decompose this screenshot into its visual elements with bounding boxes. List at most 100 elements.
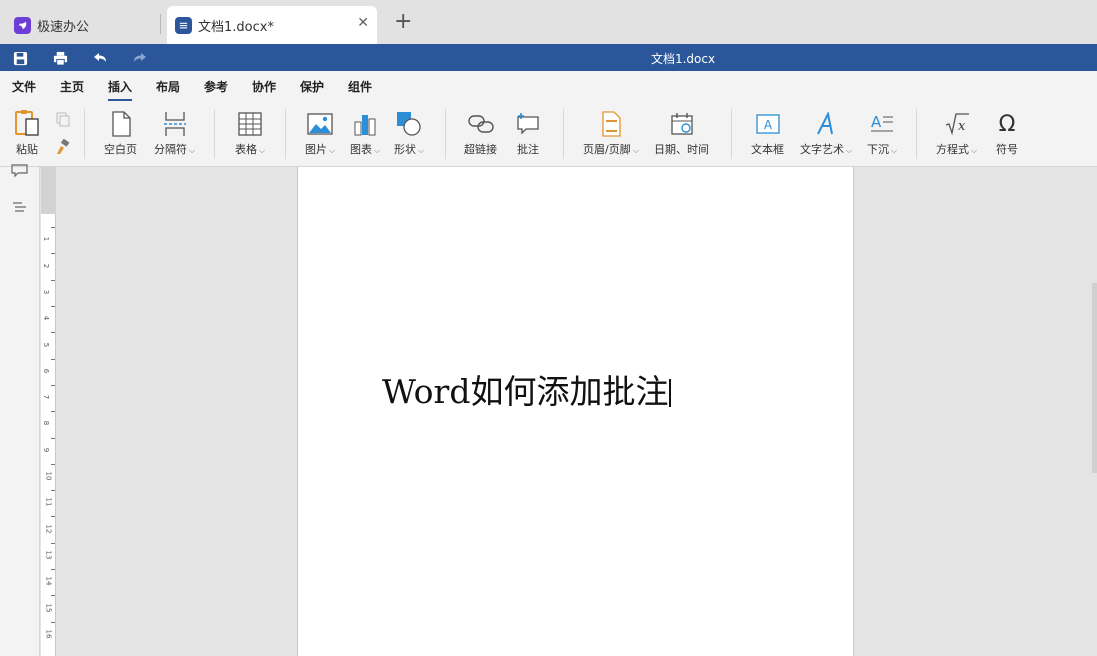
- chevron-down-icon: ⌵: [374, 146, 381, 155]
- datetime-label: 日期、时间: [654, 143, 709, 156]
- chart-button[interactable]: 图表 ⌵: [350, 109, 380, 157]
- table-icon: [238, 109, 262, 139]
- svg-text:A: A: [763, 118, 772, 132]
- chevron-down-icon: ⌵: [259, 146, 266, 155]
- svg-text:A: A: [871, 113, 882, 131]
- tab-home[interactable]: 极速办公: [6, 6, 156, 44]
- menu-layout[interactable]: 布局: [156, 78, 180, 95]
- menu-insert[interactable]: 插入: [108, 78, 133, 101]
- dropcap-icon: A: [870, 109, 894, 139]
- paste-button[interactable]: 粘贴: [12, 109, 42, 157]
- ruler-tick: [51, 384, 55, 386]
- chart-label: 图表: [350, 143, 372, 156]
- paste-icon: [12, 109, 42, 139]
- wordart-label: 文字艺术: [800, 143, 844, 156]
- ruler-number: 11: [44, 497, 53, 507]
- ribbon-separator: [563, 109, 564, 159]
- ruler-margin: [41, 167, 56, 214]
- wordart-icon: [814, 109, 838, 139]
- symbol-button[interactable]: Ω 符号: [996, 109, 1018, 157]
- dropcap-label: 下沉: [867, 143, 889, 156]
- ruler-tick: [51, 463, 55, 465]
- page-break-button[interactable]: 分隔符 ⌵: [154, 109, 195, 157]
- datetime-button[interactable]: 日期、时间: [654, 109, 709, 157]
- ruler-number: 6: [42, 368, 51, 374]
- ruler-tick: [51, 569, 55, 571]
- ruler-tick: [51, 306, 55, 308]
- ruler-number: 14: [44, 576, 53, 586]
- chevron-down-icon: ⌵: [891, 146, 898, 155]
- svg-text:x: x: [958, 119, 966, 134]
- ruler-tick: [51, 516, 55, 518]
- ruler-number: 15: [44, 603, 53, 612]
- ruler-number: 16: [44, 629, 53, 639]
- blank-page-icon: [110, 109, 132, 139]
- omega-icon: Ω: [998, 111, 1016, 137]
- ribbon-toolbar: 粘贴 空白页 分隔符 ⌵ 表格 ⌵ 图片 ⌵ 图表 ⌵ 形状 ⌵ 超链接 批注 …: [0, 101, 1097, 167]
- rocket-icon: [14, 16, 31, 34]
- close-icon[interactable]: ✕: [357, 15, 369, 31]
- tab-divider: [160, 14, 161, 34]
- blank-page-button[interactable]: 空白页: [104, 109, 137, 157]
- ruler-tick: [51, 279, 55, 281]
- menu-file[interactable]: 文件: [12, 78, 36, 95]
- comment-button[interactable]: 批注: [516, 109, 540, 157]
- ruler-tick: [51, 358, 55, 360]
- vertical-ruler: 1 2 3 4 5 6 7 8 9 10 11 12 13 14 15 16: [41, 167, 56, 656]
- menu-bar: 文件 主页 插入 布局 参考 协作 保护 组件: [0, 71, 1097, 101]
- ruler-number: 3: [42, 289, 51, 295]
- ruler-tick: [51, 437, 55, 439]
- ruler-tick: [51, 595, 55, 597]
- ruler-number: 9: [42, 447, 51, 452]
- text-cursor: [669, 379, 672, 407]
- menu-references[interactable]: 参考: [204, 78, 228, 95]
- document-body-text[interactable]: Word如何添加批注: [382, 365, 672, 413]
- textbox-button[interactable]: A 文本框: [751, 109, 784, 157]
- hyperlink-button[interactable]: 超链接: [464, 109, 497, 157]
- ruler-tick: [51, 542, 55, 544]
- document-title: 文档1.docx: [650, 52, 716, 66]
- new-tab-button[interactable]: +: [394, 10, 412, 34]
- equation-button[interactable]: x 方程式 ⌵: [936, 109, 977, 157]
- ruler-number: 12: [44, 524, 53, 534]
- dropcap-button[interactable]: A 下沉 ⌵: [867, 109, 897, 157]
- ribbon-separator: [916, 109, 917, 159]
- table-button[interactable]: 表格 ⌵: [235, 109, 265, 157]
- menu-collaborate[interactable]: 协作: [252, 78, 276, 95]
- link-icon: [467, 109, 494, 139]
- ruler-tick: [51, 227, 55, 229]
- comment-label: 批注: [517, 143, 539, 156]
- ribbon-separator: [84, 109, 85, 159]
- document-text: Word如何添加批注: [382, 372, 669, 411]
- header-footer-button[interactable]: 页眉/页脚 ⌵: [583, 109, 639, 157]
- format-painter-icon[interactable]: [55, 138, 71, 158]
- table-label: 表格: [235, 143, 257, 156]
- tab-document[interactable]: 文档1.docx* ✕: [167, 6, 377, 44]
- document-page[interactable]: Word如何添加批注: [297, 167, 854, 656]
- textbox-label: 文本框: [751, 143, 784, 156]
- ribbon-separator: [285, 109, 286, 159]
- shape-button[interactable]: 形状 ⌵: [394, 109, 424, 157]
- wordart-button[interactable]: 文字艺术 ⌵: [800, 109, 852, 157]
- picture-button[interactable]: 图片 ⌵: [305, 109, 335, 157]
- menu-protect[interactable]: 保护: [300, 78, 324, 95]
- comment-icon: [516, 109, 540, 139]
- copy-icon[interactable]: [55, 111, 71, 130]
- blank-page-label: 空白页: [104, 143, 137, 156]
- outline-icon[interactable]: [12, 201, 27, 217]
- chart-icon: [353, 109, 377, 139]
- comments-panel-icon[interactable]: [11, 164, 28, 181]
- ruler-number: 4: [42, 315, 51, 321]
- ruler-number: 1: [42, 237, 51, 242]
- symbol-label: 符号: [996, 143, 1018, 156]
- menu-components[interactable]: 组件: [348, 78, 372, 95]
- ribbon-separator: [731, 109, 732, 159]
- chevron-down-icon: ⌵: [418, 146, 425, 155]
- menu-home[interactable]: 主页: [60, 78, 84, 95]
- scrollbar[interactable]: [1092, 283, 1097, 473]
- ribbon-separator: [445, 109, 446, 159]
- ruler-tick: [51, 253, 55, 255]
- tab-bar: 极速办公 文档1.docx* ✕ +: [0, 0, 1097, 44]
- ruler-number: 8: [42, 421, 51, 426]
- document-icon: [175, 16, 192, 34]
